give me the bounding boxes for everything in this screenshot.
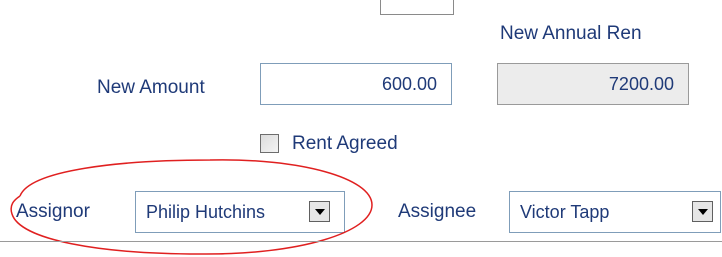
annotation-ellipse-path — [10, 159, 373, 255]
annotation-ellipse — [10, 159, 373, 255]
section-divider — [0, 241, 722, 242]
